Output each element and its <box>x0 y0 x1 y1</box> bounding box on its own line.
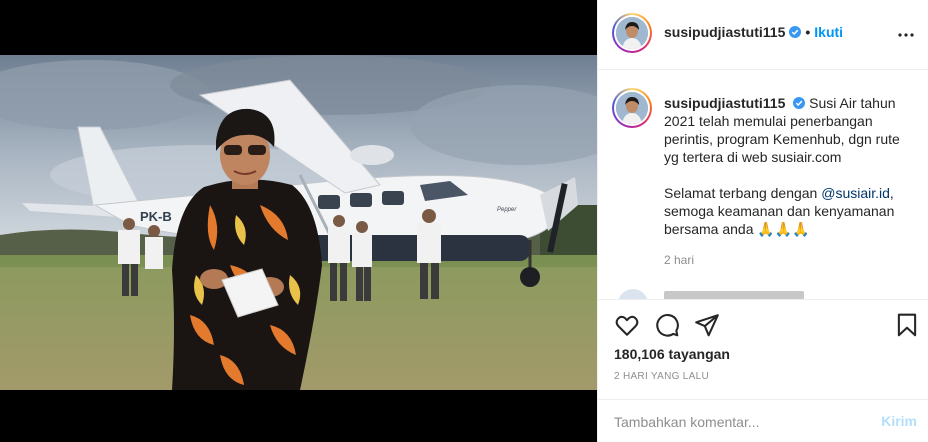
share-icon[interactable] <box>694 312 720 338</box>
caption-text-part2-before: Selamat terbang dengan <box>664 185 822 201</box>
verified-badge-icon <box>789 26 802 38</box>
verified-badge-icon <box>793 97 806 109</box>
heart-icon[interactable] <box>614 312 640 338</box>
caption-username[interactable]: susipudjiastuti115 <box>664 95 785 111</box>
header-user-row: susipudjiastuti115 • Ikuti <box>664 24 843 40</box>
video-frame: PK-B Pepper <box>0 55 597 390</box>
next-comment-preview <box>664 291 804 299</box>
mention-link[interactable]: @susiair.id <box>821 185 890 201</box>
post-header: susipudjiastuti115 • Ikuti <box>598 0 928 70</box>
header-username[interactable]: susipudjiastuti115 <box>664 24 785 40</box>
avatar[interactable] <box>612 13 652 53</box>
more-horizontal-icon <box>898 33 914 37</box>
post-side-panel: susipudjiastuti115 • Ikuti susipudjiastu… <box>597 0 928 442</box>
caption-avatar[interactable] <box>612 88 652 128</box>
comment-icon[interactable] <box>654 312 680 338</box>
bookmark-icon[interactable] <box>894 312 920 338</box>
comments-section: susipudjiastuti115 Susi Air tahun 2021 t… <box>598 71 928 299</box>
svg-text:Pepper: Pepper <box>497 207 517 213</box>
caption-text: susipudjiastuti115 Susi Air tahun 2021 t… <box>664 94 917 238</box>
avatar-image <box>616 17 648 49</box>
post-actions: 180,106 tayangan 2 HARI YANG LALU <box>598 299 928 399</box>
more-options-button[interactable] <box>895 24 917 46</box>
post-date[interactable]: 2 HARI YANG LALU <box>614 371 709 382</box>
plane-registration: PK-B <box>140 209 172 224</box>
next-comment-avatar[interactable] <box>618 289 648 299</box>
post-media: PK-B Pepper <box>0 0 597 442</box>
video-player[interactable]: PK-B Pepper <box>0 55 597 390</box>
comment-input[interactable] <box>614 412 874 432</box>
views-count[interactable]: 180,106 tayangan <box>614 346 730 362</box>
comment-form: Kirim <box>598 399 928 442</box>
follow-separator: • <box>805 24 811 40</box>
post-comment-button[interactable]: Kirim <box>881 413 917 429</box>
caption-avatar-image <box>616 92 648 124</box>
follow-button[interactable]: Ikuti <box>814 24 843 40</box>
caption-time[interactable]: 2 hari <box>664 253 694 267</box>
